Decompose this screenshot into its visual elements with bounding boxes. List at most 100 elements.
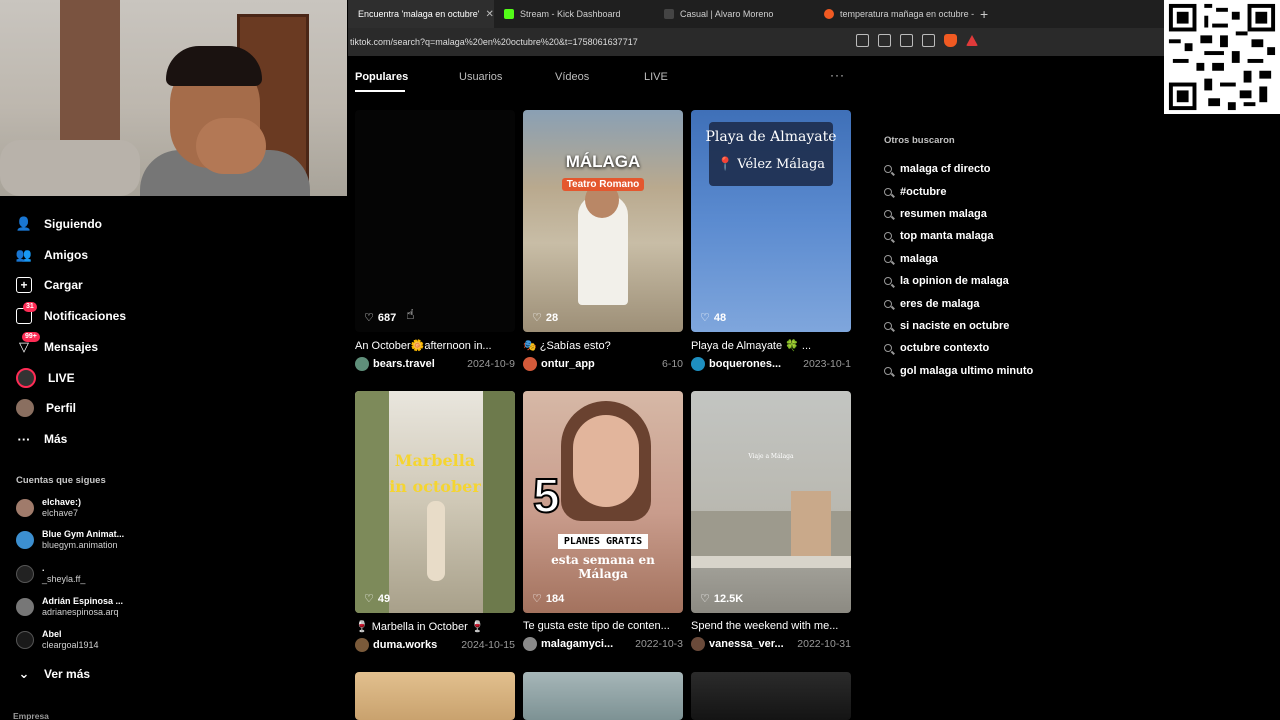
footer-company[interactable]: Empresa xyxy=(13,711,49,720)
tab-label: Stream - Kick Dashboard xyxy=(520,9,621,19)
video-thumbnail[interactable]: 5 PLANES GRATIS esta semana en Málaga ♡ 1… xyxy=(523,391,683,613)
video-card[interactable] xyxy=(691,672,851,720)
avatar xyxy=(16,565,34,583)
search-tabs: Populares Usuarios Vídeos LIVE ··· xyxy=(355,62,865,92)
related-search-item[interactable]: malaga xyxy=(884,248,1033,270)
sidebar-item-more[interactable]: ··· Más xyxy=(16,431,68,447)
avatar xyxy=(691,637,705,651)
kick-icon xyxy=(504,9,514,19)
related-search-item[interactable]: malaga cf directo xyxy=(884,158,1033,180)
video-caption[interactable]: 🍷 Marbella in October 🍷 xyxy=(355,620,515,633)
video-author[interactable]: malagamyci... xyxy=(541,638,613,650)
related-search-item[interactable]: gol malaga ultimo minuto xyxy=(884,360,1033,382)
likes-count: ♡ 12.5K xyxy=(700,592,744,606)
mute-icon[interactable] xyxy=(856,34,869,47)
sidebar-item-upload[interactable]: + Cargar xyxy=(16,277,83,293)
browser-tab-kick[interactable]: Stream - Kick Dashboard xyxy=(494,0,654,28)
sidebar-item-notifications[interactable]: 31 Notificaciones xyxy=(16,302,127,324)
video-thumbnail[interactable]: ♡ 687 xyxy=(355,110,515,332)
related-search-item[interactable]: #octubre xyxy=(884,180,1033,202)
tab-label: Encuentra 'malaga en octubre' xyxy=(358,9,480,19)
url-text[interactable]: tiktok.com/search?q=malaga%20en%20octubr… xyxy=(350,37,638,47)
overlay-subtitle: in october xyxy=(389,477,481,496)
video-card[interactable]: MÁLAGA Teatro Romano ♡ 28 🎭 ¿Sabías esto?… xyxy=(523,110,683,371)
video-author[interactable]: ontur_app xyxy=(541,358,595,370)
address-bar[interactable]: tiktok.com/search?q=malaga%20en%20octubr… xyxy=(348,28,1280,56)
video-thumbnail[interactable]: MÁLAGA Teatro Romano ♡ 28 xyxy=(523,110,683,332)
related-search-item[interactable]: eres de malaga xyxy=(884,292,1033,314)
tab-videos[interactable]: Vídeos xyxy=(555,71,589,83)
video-caption[interactable]: Te gusta este tipo de conten... xyxy=(523,620,683,632)
url-actions xyxy=(856,34,978,47)
translate-icon[interactable] xyxy=(900,34,913,47)
sidebar-item-label: Cargar xyxy=(44,278,83,292)
heart-icon: ♡ xyxy=(364,312,374,324)
tab-live[interactable]: LIVE xyxy=(644,71,668,83)
heart-icon: ♡ xyxy=(532,312,542,324)
hand-cursor-icon: ☝ xyxy=(406,306,415,322)
overlay-title: Marbella xyxy=(394,451,476,470)
sidebar-item-label: Notificaciones xyxy=(44,309,127,323)
sidebar-item-profile[interactable]: Perfil xyxy=(16,399,76,417)
related-search-item[interactable]: si naciste en octubre xyxy=(884,315,1033,337)
cast-icon[interactable] xyxy=(878,34,891,47)
brave-search-icon xyxy=(824,9,834,19)
followed-account[interactable]: Adrián Espinosa ... adrianespinosa.arq xyxy=(16,596,123,618)
video-thumbnail[interactable] xyxy=(523,672,683,720)
more-options-icon[interactable]: ··· xyxy=(830,68,845,82)
browser-tab-bar: Encuentra 'malaga en octubre' ✕ Stream -… xyxy=(348,0,1280,28)
followed-account[interactable]: Blue Gym Animat... bluegym.animation xyxy=(16,529,124,551)
video-author[interactable]: boquerones... xyxy=(709,358,781,370)
brave-rewards-icon[interactable] xyxy=(966,35,978,46)
video-thumbnail[interactable] xyxy=(355,672,515,720)
tab-usuarios[interactable]: Usuarios xyxy=(459,71,502,83)
video-card[interactable] xyxy=(355,672,515,720)
video-caption[interactable]: An October🌼afternoon in... xyxy=(355,339,515,352)
video-thumbnail[interactable]: Marbella in october ♡ 49 xyxy=(355,391,515,613)
video-author[interactable]: bears.travel xyxy=(373,358,435,370)
account-handle: elchave7 xyxy=(42,508,79,518)
video-card[interactable]: Marbella in october ♡ 49 🍷 Marbella in Oc… xyxy=(355,391,515,652)
video-thumbnail[interactable]: Playa de Almayate 📍 Vélez Málaga ♡ 48 xyxy=(691,110,851,332)
sidebar-item-messages[interactable]: ▽ 99+ Mensajes xyxy=(16,332,98,355)
related-search-item[interactable]: resumen malaga xyxy=(884,203,1033,225)
sidebar-item-friends[interactable]: 👥 Amigos xyxy=(16,247,88,263)
related-search-item[interactable]: la opinion de malaga xyxy=(884,270,1033,292)
video-caption[interactable]: Spend the weekend with me... xyxy=(691,620,851,632)
video-card[interactable]: 5 PLANES GRATIS esta semana en Málaga ♡ 1… xyxy=(523,391,683,651)
video-caption[interactable]: 🎭 ¿Sabías esto? xyxy=(523,339,683,352)
share-icon[interactable] xyxy=(922,34,935,47)
search-icon xyxy=(884,187,892,196)
video-author[interactable]: duma.works xyxy=(373,639,437,651)
browser-tab-search[interactable]: temperatura mañaga en octubre - B xyxy=(814,0,974,28)
close-icon[interactable]: ✕ xyxy=(486,9,494,20)
video-card[interactable]: Playa de Almayate 📍 Vélez Málaga ♡ 48 Pla… xyxy=(691,110,851,371)
followed-account[interactable]: . _sheyla.ff_ xyxy=(16,563,85,585)
sidebar-item-label: Perfil xyxy=(46,401,77,415)
search-icon xyxy=(884,277,892,286)
followed-account[interactable]: elchave:) elchave7 xyxy=(16,497,81,519)
avatar xyxy=(16,499,34,517)
new-tab-button[interactable]: + xyxy=(980,6,988,22)
video-card[interactable] xyxy=(523,672,683,720)
video-date: 6-10 xyxy=(661,358,683,370)
video-card[interactable]: Viaje a Málaga ♡ 12.5K Spend the weekend … xyxy=(691,391,851,651)
overlay-subtitle: esta semana en Málaga xyxy=(551,553,655,581)
tab-label: Casual | Alvaro Moreno xyxy=(680,9,774,19)
browser-tab-active[interactable]: Encuentra 'malaga en octubre' ✕ xyxy=(348,0,494,28)
video-caption[interactable]: Playa de Almayate 🍀 ... xyxy=(691,339,851,352)
browser-tab-casual[interactable]: Casual | Alvaro Moreno xyxy=(654,0,814,28)
video-author[interactable]: vanessa_ver... xyxy=(709,638,784,650)
tab-populares[interactable]: Populares xyxy=(355,71,408,83)
video-thumbnail[interactable]: Viaje a Málaga ♡ 12.5K xyxy=(691,391,851,613)
heart-icon: ♡ xyxy=(364,593,374,605)
related-search-item[interactable]: octubre contexto xyxy=(884,337,1033,359)
followed-account[interactable]: Abel cleargoal1914 xyxy=(16,629,99,651)
related-search-item[interactable]: top manta malaga xyxy=(884,225,1033,247)
sidebar-item-live[interactable]: LIVE xyxy=(16,368,75,388)
brave-shield-icon[interactable] xyxy=(944,34,957,47)
video-card[interactable]: ♡ 687 An October🌼afternoon in... bears.tr… xyxy=(355,110,515,371)
see-more-button[interactable]: ⌄ Ver más xyxy=(16,666,91,682)
video-thumbnail[interactable] xyxy=(691,672,851,720)
sidebar-item-following[interactable]: 👤 Siguiendo xyxy=(16,216,102,232)
